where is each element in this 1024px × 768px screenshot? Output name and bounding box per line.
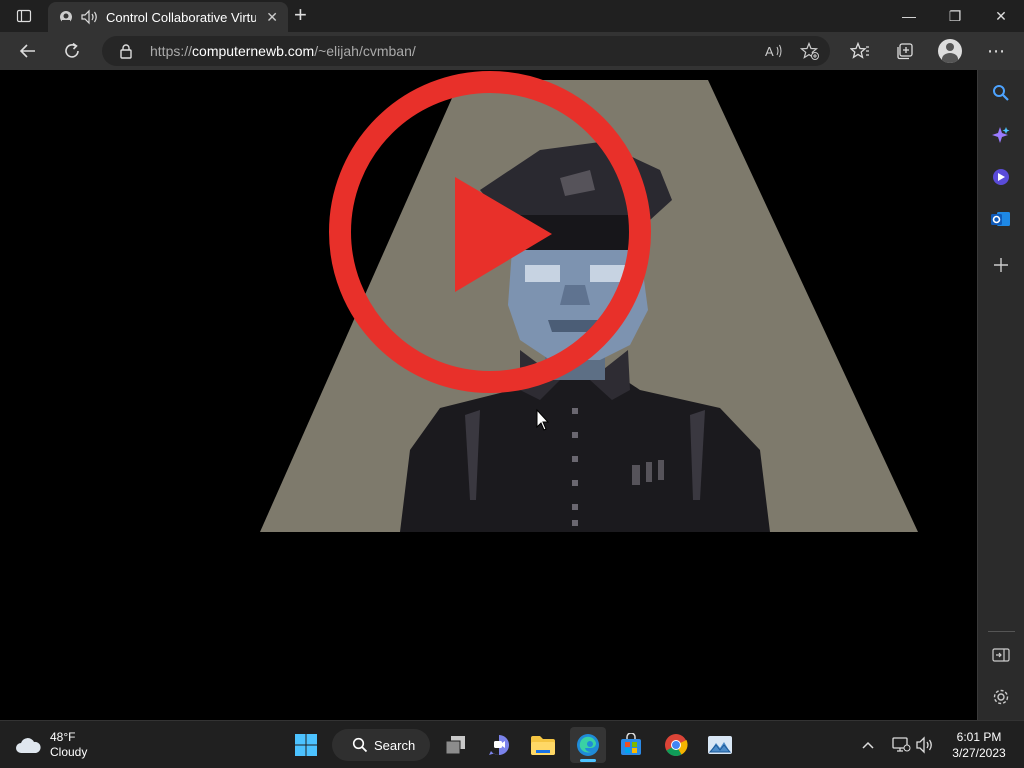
show-hidden-icons-button[interactable]: [860, 733, 876, 757]
volume-status[interactable]: [915, 733, 937, 757]
page-content: [0, 70, 977, 720]
back-button[interactable]: [16, 40, 40, 62]
audio-playing-icon[interactable]: [80, 9, 100, 25]
collections-button[interactable]: [893, 40, 917, 62]
volume-icon: [916, 736, 932, 754]
search-icon: [352, 737, 368, 753]
read-aloud-icon[interactable]: A: [764, 41, 784, 61]
weather-condition: Cloudy: [50, 745, 88, 759]
task-view-button[interactable]: [438, 727, 474, 763]
chevron-up-icon: [862, 741, 874, 749]
network-icon: [892, 737, 911, 752]
tab-actions-icon: [16, 9, 32, 23]
sidebar-search-button[interactable]: [989, 81, 1013, 105]
favorites-icon: [850, 42, 869, 59]
video-player[interactable]: [0, 70, 977, 720]
edge-sidebar: [977, 70, 1024, 720]
svg-text:A: A: [765, 44, 774, 59]
favorites-button[interactable]: [848, 40, 872, 62]
new-tab-button[interactable]: +: [294, 4, 307, 26]
minimize-button[interactable]: —: [886, 0, 932, 32]
search-label: Search: [374, 737, 416, 753]
sidebar-copilot-button[interactable]: [989, 123, 1013, 147]
url-text[interactable]: https://computernewb.com/~elijah/cvmban/: [150, 43, 416, 59]
sidebar-games-button[interactable]: [989, 165, 1013, 189]
refresh-icon: [65, 42, 79, 58]
tab-title: Control Collaborative Virtua: [106, 9, 256, 25]
sidebar-hide-button[interactable]: [989, 643, 1013, 667]
back-arrow-icon: [19, 44, 35, 58]
edge-taskbar-button[interactable]: [570, 727, 606, 763]
settings-more-button[interactable]: ⋯: [984, 40, 1008, 62]
weather-temperature: 48°F: [50, 730, 76, 744]
add-favorite-icon[interactable]: [800, 41, 820, 61]
copilot-icon: [992, 127, 1010, 143]
browser-tab[interactable]: Control Collaborative Virtua ✕: [48, 2, 288, 32]
teams-chat-button[interactable]: [481, 727, 517, 763]
settings-icon: [993, 689, 1009, 705]
address-bar[interactable]: https://computernewb.com/~elijah/cvmban/…: [102, 36, 830, 66]
image-app-icon: [708, 736, 732, 754]
windows-taskbar: 48°F Cloudy Search 6:01 PM 3/27/2023: [0, 720, 1024, 768]
tab-close-button[interactable]: ✕: [266, 9, 278, 26]
chrome-icon: [665, 734, 688, 756]
clock-time: 6:01 PM: [956, 730, 1002, 744]
weather-widget[interactable]: 48°F Cloudy: [14, 729, 87, 761]
collections-icon: [897, 43, 913, 60]
search-icon: [993, 85, 1009, 101]
cloudy-icon: [16, 738, 41, 753]
title-bar: Control Collaborative Virtua ✕ + — ❐ ✕: [0, 0, 1024, 32]
restore-button[interactable]: ❐: [932, 0, 978, 32]
network-status[interactable]: [891, 733, 911, 757]
file-explorer-button[interactable]: [525, 727, 561, 763]
sidebar-toggle-icon: [992, 648, 1010, 662]
store-icon: [621, 733, 641, 755]
sidebar-divider: [988, 631, 1015, 632]
profile-avatar[interactable]: [938, 39, 962, 63]
refresh-button[interactable]: [60, 40, 84, 62]
task-view-icon: [445, 736, 465, 755]
games-icon: [993, 169, 1009, 185]
store-button[interactable]: [613, 727, 649, 763]
add-icon: [994, 258, 1008, 272]
clock-date: 3/27/2023: [952, 746, 1006, 760]
lock-icon[interactable]: [116, 41, 136, 61]
folder-icon: [531, 736, 555, 755]
chat-icon: [489, 735, 509, 755]
taskbar-search[interactable]: Search: [332, 729, 430, 761]
edge-icon: [577, 734, 599, 756]
sidebar-outlook-button[interactable]: [989, 207, 1013, 231]
sidebar-add-button[interactable]: [989, 253, 1013, 277]
tab-actions-button[interactable]: [10, 6, 38, 26]
site-favicon-icon: [60, 11, 72, 23]
outlook-icon: [991, 212, 1010, 226]
start-button[interactable]: [288, 727, 324, 763]
windows-logo-icon: [295, 734, 317, 756]
close-window-button[interactable]: ✕: [978, 0, 1024, 32]
photos-button[interactable]: [702, 727, 738, 763]
sidebar-settings-button[interactable]: [989, 685, 1013, 709]
chrome-button[interactable]: [658, 727, 694, 763]
taskbar-clock[interactable]: 6:01 PM 3/27/2023: [944, 729, 1014, 761]
navigation-bar: https://computernewb.com/~elijah/cvmban/…: [0, 32, 1024, 70]
